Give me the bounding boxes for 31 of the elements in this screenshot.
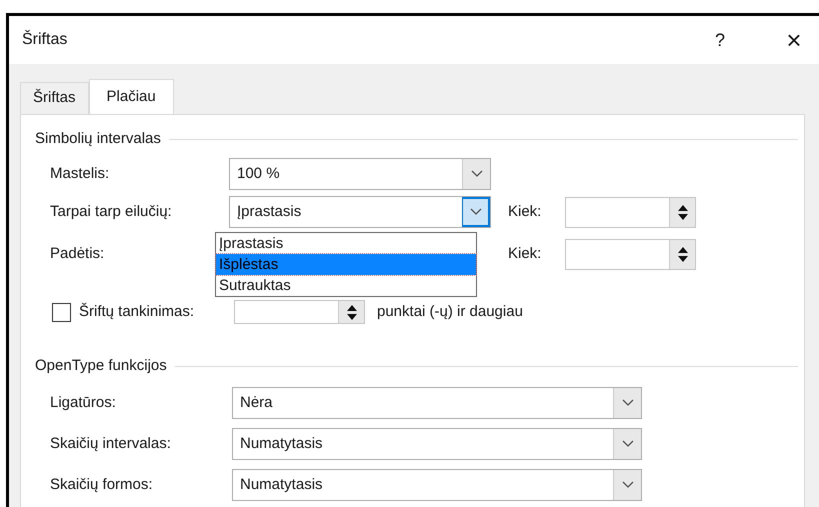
option-combo[interactable]: Numatytasis [232,469,642,501]
window-title: Šriftas [22,29,68,50]
amount-spin-field[interactable] [565,238,696,270]
dropdown-option[interactable]: Įprastasis [216,233,476,254]
option-combo[interactable]: Nėra [232,387,642,419]
field-label: Tarpai tarp eilučių: [49,202,173,222]
spacing-combo[interactable]: Įprastasis [229,196,491,228]
scale-combo[interactable]: 100 % [229,158,491,190]
field-label: Kiek: [508,202,542,222]
dropdown-option[interactable]: Išplėstas [216,254,476,275]
field-label: Ligatūros: [49,392,117,413]
checkbox[interactable] [52,302,71,322]
group-heading: OpenType funkcijos [35,356,167,376]
field-label: Kiek: [508,244,542,264]
kerning-spin-field[interactable] [234,300,365,324]
spin-buttons[interactable] [669,240,695,268]
tab[interactable]: Šriftas [20,82,89,114]
close-button[interactable]: × [779,20,809,60]
spin-buttons[interactable] [338,301,364,323]
field-label: Skaičių intervalas: [49,434,172,454]
checkbox-label: Šriftų tankinimas: [79,302,196,322]
spin-buttons[interactable] [669,198,695,226]
tab[interactable]: Plačiau [88,79,174,115]
field-label: punktai (-ų) ir daugiau [377,302,523,322]
help-button[interactable]: ? [705,26,735,54]
field-label: Skaičių formos: [49,474,154,495]
option-combo[interactable]: Numatytasis [232,428,642,460]
group-heading: Simbolių intervalas [35,128,161,149]
amount-spin-field[interactable] [565,196,696,228]
dropdown-option[interactable]: Sutrauktas [216,275,476,296]
field-label: Mastelis: [49,164,110,184]
